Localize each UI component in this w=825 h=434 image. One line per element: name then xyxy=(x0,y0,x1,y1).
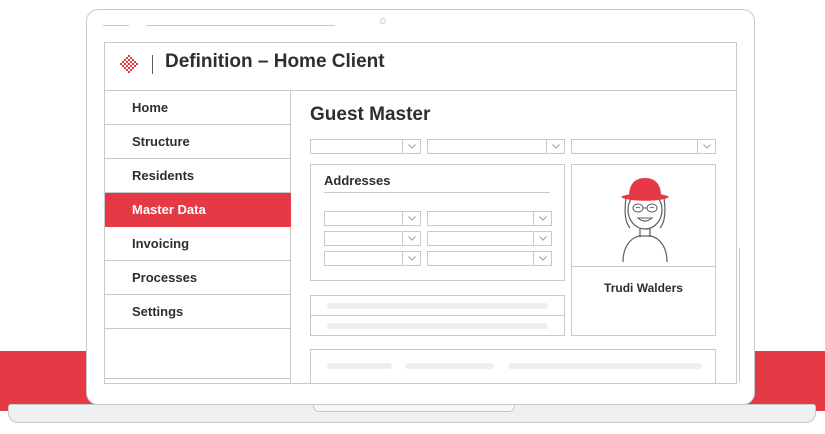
sidebar-empty-slot xyxy=(105,329,291,379)
sidebar-nav: Home Structure Residents Master Data Inv… xyxy=(105,91,291,383)
sidebar-item-label: Master Data xyxy=(132,202,206,217)
main-content: Guest Master Addresses Trudi Walders xyxy=(291,91,736,383)
addresses-panel: Addresses xyxy=(310,164,565,281)
profile-divider xyxy=(572,266,715,267)
placeholder-panel xyxy=(310,349,716,383)
sidebar-item-master-data[interactable]: Master Data xyxy=(105,193,291,227)
chevron-down-icon xyxy=(533,232,551,245)
address-dropdown-3[interactable] xyxy=(324,231,421,246)
chevron-down-icon xyxy=(402,252,420,265)
placeholder-bar xyxy=(405,363,494,369)
chevron-down-icon xyxy=(533,212,551,225)
person-name: Trudi Walders xyxy=(604,281,683,295)
sidebar-item-structure[interactable]: Structure xyxy=(105,125,291,159)
diamond-pixel-logo-icon xyxy=(120,55,138,73)
profile-card[interactable]: Trudi Walders xyxy=(571,164,716,336)
stage: Definition – Home Client Home Structure … xyxy=(0,0,825,434)
app-header: Definition – Home Client xyxy=(105,43,736,91)
window-control-line xyxy=(103,25,129,26)
chevron-down-icon xyxy=(697,140,715,153)
address-dropdown-6[interactable] xyxy=(427,251,552,266)
address-dropdown-5[interactable] xyxy=(324,251,421,266)
person-avatar-icon xyxy=(621,178,669,263)
placeholder-fields xyxy=(310,295,565,336)
app-screen: Definition – Home Client Home Structure … xyxy=(104,42,737,384)
filter-dropdown-2[interactable] xyxy=(427,139,565,154)
address-dropdown-4[interactable] xyxy=(427,231,552,246)
placeholder-bar xyxy=(327,303,548,309)
placeholder-bar xyxy=(508,363,702,369)
sidebar-item-home[interactable]: Home xyxy=(105,91,291,125)
sidebar-item-label: Processes xyxy=(132,270,198,285)
sidebar-item-label: Home xyxy=(132,100,169,115)
sidebar-item-settings[interactable]: Settings xyxy=(105,295,291,329)
chevron-down-icon xyxy=(402,212,420,225)
placeholder-bar xyxy=(327,363,392,369)
chevron-down-icon xyxy=(402,140,420,153)
sidebar-item-label: Invoicing xyxy=(132,236,190,251)
address-dropdown-2[interactable] xyxy=(427,211,552,226)
page-title: Guest Master xyxy=(310,104,431,125)
addresses-divider xyxy=(324,192,550,193)
address-dropdown-1[interactable] xyxy=(324,211,421,226)
chevron-down-icon xyxy=(546,140,564,153)
chevron-down-icon xyxy=(533,252,551,265)
placeholder-divider xyxy=(311,315,564,316)
address-bar-line xyxy=(146,25,335,26)
app-title: Definition – Home Client xyxy=(165,51,385,72)
sidebar-item-residents[interactable]: Residents xyxy=(105,159,291,193)
sidebar-item-processes[interactable]: Processes xyxy=(105,261,291,295)
sidebar-item-label: Residents xyxy=(132,168,195,183)
sidebar-item-label: Settings xyxy=(132,304,184,319)
placeholder-bar xyxy=(327,323,548,329)
addresses-title: Addresses xyxy=(324,173,391,188)
camera-icon xyxy=(380,18,386,24)
filter-dropdown-3[interactable] xyxy=(571,139,716,154)
scrollbar-track[interactable] xyxy=(739,248,740,382)
header-separator xyxy=(152,55,153,74)
sidebar-item-invoicing[interactable]: Invoicing xyxy=(105,227,291,261)
chevron-down-icon xyxy=(402,232,420,245)
sidebar-item-label: Structure xyxy=(132,134,190,149)
laptop-notch xyxy=(313,405,515,412)
filter-dropdown-1[interactable] xyxy=(310,139,421,154)
